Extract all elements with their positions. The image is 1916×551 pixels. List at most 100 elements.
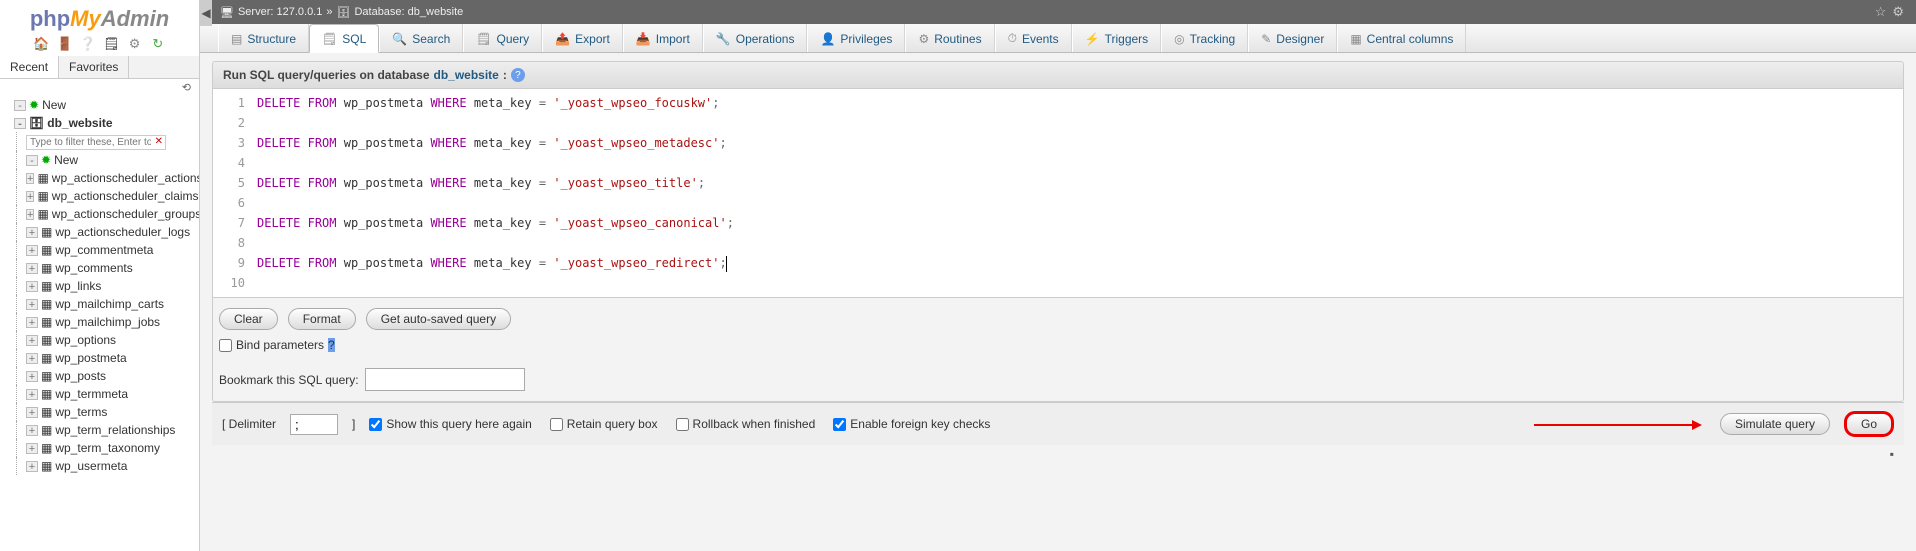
tab-query[interactable]: 🗒Query [463,24,542,52]
expand-icon[interactable]: + [26,461,38,472]
table-node[interactable]: +▦wp_mailchimp_carts [2,295,197,313]
database-node[interactable]: -🗄db_website [2,114,197,132]
new-icon: ✹ [29,97,39,113]
expand-icon[interactable]: + [26,263,38,274]
tab-triggers[interactable]: ⚡Triggers [1072,24,1162,52]
table-node[interactable]: +▦wp_actionscheduler_groups [2,205,197,223]
tab-central-columns[interactable]: ▦Central columns [1337,24,1466,52]
breadcrumb-database[interactable]: Database: db_website [354,6,463,18]
new-table[interactable]: -✹New [2,151,197,169]
tab-search[interactable]: 🔍Search [379,24,463,52]
filter-clear-icon[interactable]: ✕ [155,134,163,150]
table-node[interactable]: +▦wp_postmeta [2,349,197,367]
table-label: wp_commentmeta [55,242,153,258]
reload-icon[interactable]: ↻ [150,36,166,52]
collapse-icon[interactable]: ⟲ [182,82,191,94]
expand-icon[interactable]: + [26,443,38,454]
tab-label: Search [412,32,450,46]
panel-db-link[interactable]: db_website [434,68,499,82]
table-node[interactable]: +▦wp_comments [2,259,197,277]
docs-icon[interactable]: ❔ [80,36,96,52]
table-node[interactable]: +▦wp_posts [2,367,197,385]
logo[interactable]: phpMyAdmin [0,0,199,34]
bookmark-input[interactable] [365,368,525,391]
expand-icon[interactable]: + [26,299,38,310]
expand-icon[interactable]: + [26,281,38,292]
tab-privileges[interactable]: 👤Privileges [807,24,905,52]
table-node[interactable]: +▦wp_actionscheduler_claims [2,187,197,205]
go-button[interactable]: Go [1844,411,1894,437]
tab-import[interactable]: 📥Import [623,24,703,52]
expand-icon[interactable]: + [26,407,38,418]
table-node[interactable]: +▦wp_actionscheduler_logs [2,223,197,241]
table-node[interactable]: +▦wp_mailchimp_jobs [2,313,197,331]
table-node[interactable]: +▦wp_termmeta [2,385,197,403]
expand-icon[interactable]: + [26,353,38,364]
sql-icon[interactable]: 🗒 [103,36,119,52]
expand-icon[interactable]: + [26,317,38,328]
help-icon[interactable]: ? [511,68,525,82]
expand-icon[interactable]: + [26,389,38,400]
table-node[interactable]: +▦wp_actionscheduler_actions [2,169,197,187]
table-node[interactable]: +▦wp_term_relationships [2,421,197,439]
tab-label: Designer [1276,32,1324,46]
logout-icon[interactable]: 🚪 [56,36,72,52]
expand-icon[interactable]: + [26,191,34,202]
favorites-tab[interactable]: Favorites [59,56,129,78]
tab-label: Tracking [1190,32,1236,46]
console-toggle-icon[interactable]: ▪ [1890,447,1894,461]
tab-operations[interactable]: 🔧Operations [703,24,808,52]
expand-icon[interactable]: + [26,173,34,184]
table-node[interactable]: +▦wp_term_taxonomy [2,439,197,457]
tab-events[interactable]: ⏱Events [995,24,1072,52]
settings-icon[interactable]: ⚙ [127,36,143,52]
tab-routines[interactable]: ⚙Routines [905,24,994,52]
home-icon[interactable]: 🏠 [33,36,49,52]
line-gutter: 12345678910 [213,93,251,293]
tab-label: Query [497,32,530,46]
table-icon: ▦ [41,368,52,384]
help-icon[interactable]: ? [328,338,335,352]
gear-icon[interactable]: ⚙ [1892,4,1904,20]
show-again-check[interactable]: Show this query here again [369,417,531,431]
table-node[interactable]: +▦wp_commentmeta [2,241,197,259]
format-button[interactable]: Format [288,308,356,330]
table-icon: ▦ [41,458,52,474]
export-icon: 📤 [555,32,570,46]
autosaved-button[interactable]: Get auto-saved query [366,308,511,330]
expand-icon[interactable]: + [26,335,38,346]
table-node[interactable]: +▦wp_links [2,277,197,295]
sql-code[interactable]: DELETE FROM wp_postmeta WHERE meta_key =… [251,93,1903,293]
delimiter-input[interactable] [290,414,338,435]
bind-params-check[interactable]: Bind parameters [219,338,324,352]
table-label: wp_links [55,278,101,294]
tab-tracking[interactable]: ◎Tracking [1161,24,1248,52]
tab-structure[interactable]: ▤Structure [218,24,309,52]
tab-sql[interactable]: 🗒SQL [309,24,379,53]
expand-icon[interactable]: + [26,371,38,382]
expand-icon[interactable]: + [26,227,38,238]
table-node[interactable]: +▦wp_terms [2,403,197,421]
expand-icon[interactable]: + [26,245,38,256]
table-label: wp_term_relationships [55,422,175,438]
simulate-button[interactable]: Simulate query [1720,413,1830,435]
star-icon[interactable]: ☆ [1875,4,1887,20]
rollback-check[interactable]: Rollback when finished [676,417,816,431]
expand-icon[interactable]: + [26,425,38,436]
recent-tab[interactable]: Recent [0,56,59,78]
tab-designer[interactable]: ✎Designer [1248,24,1337,52]
tab-export[interactable]: 📤Export [542,24,623,52]
new-database[interactable]: -✹New [2,96,197,114]
retain-check[interactable]: Retain query box [550,417,658,431]
table-icon: ▦ [41,350,52,366]
expand-icon[interactable]: + [26,209,34,220]
table-node[interactable]: +▦wp_options [2,331,197,349]
sql-editor[interactable]: 12345678910 DELETE FROM wp_postmeta WHER… [213,89,1903,298]
collapse-sidebar-icon[interactable]: ◀ [200,0,212,26]
table-node[interactable]: +▦wp_usermeta [2,457,197,475]
tree-filter[interactable] [26,135,166,150]
table-label: wp_mailchimp_carts [55,296,164,312]
fk-check[interactable]: Enable foreign key checks [833,417,990,431]
breadcrumb-server[interactable]: Server: 127.0.0.1 [238,6,322,18]
clear-button[interactable]: Clear [219,308,278,330]
